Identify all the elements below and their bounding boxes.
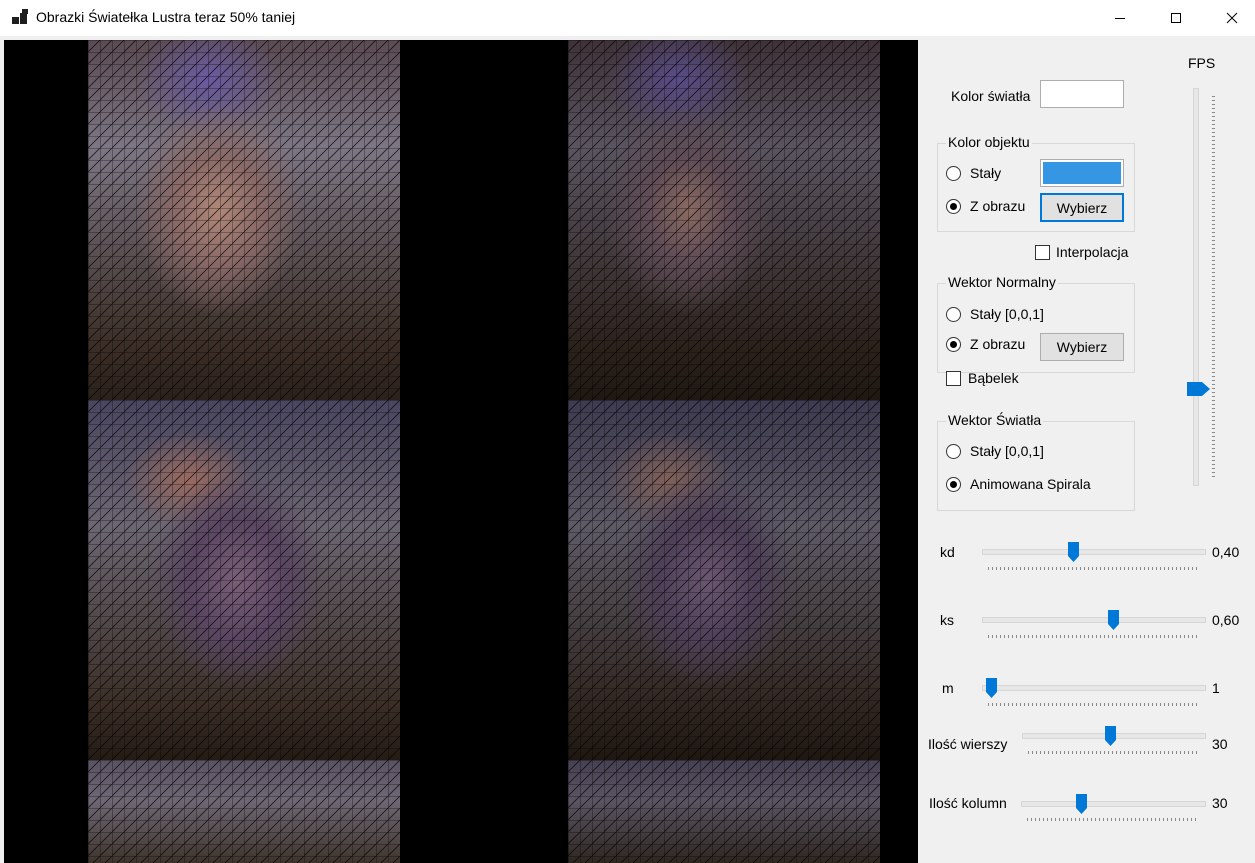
object-color-constant-label: Stały — [970, 165, 1002, 181]
slider-thumb[interactable] — [1108, 610, 1120, 630]
slider-track[interactable] — [982, 617, 1206, 623]
m-slider: m 1 — [918, 677, 1255, 713]
light-color-swatch[interactable] — [1040, 80, 1124, 108]
light-color-label: Kolor światła — [951, 88, 1031, 104]
slider-thumb[interactable] — [1076, 794, 1088, 814]
kd-slider: kd 0,40 — [918, 541, 1255, 577]
normal-vector-image-radio[interactable] — [946, 337, 961, 352]
slider-ticks — [1027, 818, 1198, 821]
light-vector-legend: Wektor Światła — [946, 412, 1044, 428]
title-bar: Obrazki Światełka Lustra teraz 50% tanie… — [0, 0, 1255, 36]
slider-ticks — [988, 567, 1198, 570]
close-button[interactable] — [1209, 0, 1255, 36]
interpolation-checkbox[interactable] — [1035, 245, 1050, 260]
slider-value: 30 — [1212, 795, 1228, 811]
normal-vector-legend: Wektor Normalny — [946, 274, 1058, 290]
normal-vector-constant-label: Stały [0,0,1] — [970, 306, 1044, 322]
slider-label: Ilość kolumn — [929, 795, 1007, 811]
slider-thumb[interactable] — [1104, 726, 1116, 746]
light-vector-spiral-radio[interactable] — [946, 477, 961, 492]
light-vector-spiral-label: Animowana Spirala — [970, 476, 1091, 492]
object-color-legend: Kolor objektu — [946, 134, 1032, 150]
object-color-swatch — [1043, 162, 1121, 184]
slider-track[interactable] — [982, 685, 1206, 691]
maximize-icon — [1171, 13, 1181, 23]
fps-slider-ticks — [1212, 96, 1215, 478]
slider-value: 1 — [1212, 680, 1220, 696]
columns-slider: Ilość kolumn 30 — [918, 792, 1255, 828]
object-color-choose-button[interactable]: Wybierz — [1040, 193, 1124, 222]
object-color-swatch-frame[interactable] — [1040, 159, 1124, 187]
minimize-icon — [1115, 18, 1125, 19]
slider-value: 0,60 — [1212, 612, 1240, 628]
normal-vector-choose-button[interactable]: Wybierz — [1040, 333, 1124, 361]
ks-slider: ks 0,60 — [918, 609, 1255, 645]
slider-ticks — [988, 703, 1198, 706]
slider-ticks — [988, 635, 1198, 638]
minimize-button[interactable] — [1097, 0, 1143, 36]
slider-thumb[interactable] — [986, 678, 997, 698]
fps-label: FPS — [1188, 55, 1216, 71]
light-vector-constant-label: Stały [0,0,1] — [970, 443, 1044, 459]
light-vector-group: Wektor Światła — [937, 412, 1135, 511]
app-icon[interactable] — [12, 9, 30, 27]
object-color-image-radio[interactable] — [946, 199, 961, 214]
slider-thumb[interactable] — [1067, 542, 1079, 562]
control-panel: FPS Kolor światła Kolor objektu Stały Z … — [918, 36, 1255, 863]
render-canvas[interactable] — [4, 40, 918, 863]
slider-value: 30 — [1212, 736, 1228, 752]
rows-slider: Ilość wierszy 30 — [918, 726, 1255, 769]
normal-vector-image-label: Z obrazu — [970, 336, 1026, 352]
normal-vector-constant-radio[interactable] — [946, 307, 961, 322]
slider-track[interactable] — [1021, 801, 1206, 807]
slider-label: ks — [940, 612, 954, 628]
triangle-mesh — [88, 40, 880, 863]
slider-label: kd — [940, 544, 955, 560]
object-color-constant-radio[interactable] — [946, 166, 961, 181]
maximize-button[interactable] — [1153, 0, 1199, 36]
bubble-checkbox[interactable] — [946, 371, 961, 386]
object-color-image-label: Z obrazu — [970, 198, 1026, 214]
slider-ticks — [1028, 751, 1198, 754]
interpolation-label: Interpolacja — [1056, 244, 1129, 260]
slider-label: m — [942, 680, 954, 696]
fps-slider-track[interactable] — [1193, 88, 1199, 486]
slider-track[interactable] — [982, 549, 1206, 555]
light-vector-constant-radio[interactable] — [946, 444, 961, 459]
bubble-label: Bąbelek — [968, 370, 1019, 386]
window-title: Obrazki Światełka Lustra teraz 50% tanie… — [36, 9, 296, 25]
fps-slider-thumb[interactable] — [1187, 382, 1211, 397]
slider-value: 0,40 — [1212, 544, 1240, 560]
slider-label: Ilość wierszy — [928, 736, 1008, 752]
close-icon — [1226, 12, 1238, 24]
